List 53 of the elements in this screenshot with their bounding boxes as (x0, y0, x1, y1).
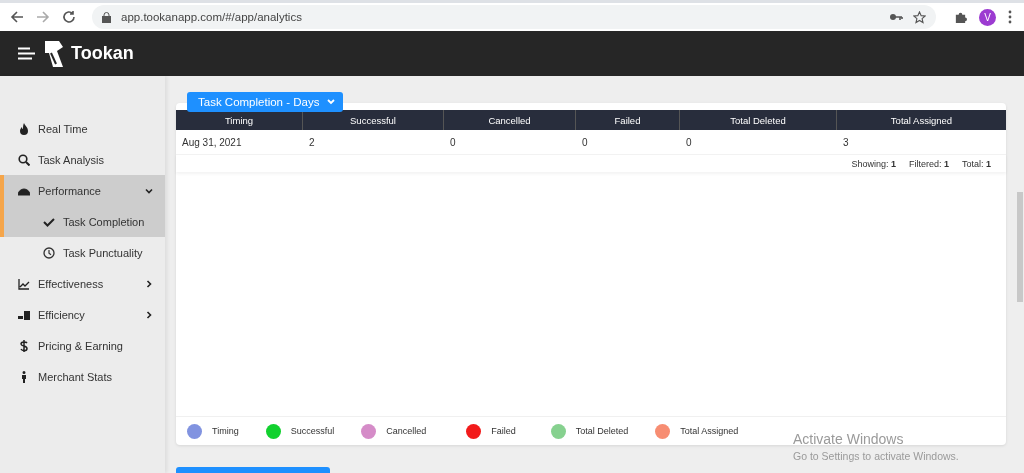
legend-label[interactable]: Cancelled (386, 426, 427, 436)
sidebar-subitem[interactable]: Task Punctuality (0, 237, 165, 268)
sidebar-item[interactable]: Merchant Stats (0, 361, 165, 392)
legend-label[interactable]: Timing (212, 426, 239, 436)
count-text: Filtered: 1 (908, 159, 949, 171)
column-header[interactable]: Failed (576, 110, 680, 130)
sidebar-item[interactable]: Task Analysis (0, 144, 165, 175)
table-cell-text: 2 (308, 135, 316, 150)
table-cell-text: 0 (685, 135, 693, 150)
star-icon[interactable] (913, 10, 926, 24)
brand-name: Tookan (71, 43, 134, 64)
flame-icon (18, 122, 30, 135)
count-text: Showing: 1 (851, 159, 896, 171)
caret-icon (327, 99, 336, 105)
column-header[interactable]: Successful (303, 110, 444, 130)
activation-title: Activate Windows (793, 431, 905, 447)
url-text: app.tookanapp.com/#/app/analytics (121, 11, 302, 23)
scrollbar-thumb[interactable] (1017, 192, 1023, 302)
sidebar-item[interactable]: Effectiveness (0, 268, 165, 299)
more-icon[interactable] (1008, 10, 1012, 24)
reload-icon[interactable] (62, 10, 76, 24)
puzzle-icon[interactable] (954, 10, 967, 24)
column-header[interactable]: Total Assigned (837, 110, 1006, 130)
menu-icon[interactable] (18, 47, 35, 60)
check-icon (43, 215, 55, 228)
column-header[interactable]: Cancelled (444, 110, 576, 130)
sidebar-item[interactable]: Real Time (0, 113, 165, 144)
sidebar-item[interactable]: Efficiency (0, 299, 165, 330)
dollar-icon (18, 339, 30, 352)
table-cell-text: Aug 31, 2021 (181, 135, 243, 150)
legend-label[interactable]: Total Deleted (575, 426, 629, 436)
table-cell-text: 0 (449, 135, 457, 150)
sidebar-subitem[interactable]: Task Completion (0, 206, 165, 237)
column-header[interactable]: Timing (176, 110, 303, 130)
sidebar-item[interactable]: Pricing & Earning (0, 330, 165, 361)
count-text: Total: 1 (961, 159, 991, 171)
address-bar[interactable]: app.tookanapp.com/#/app/analytics (92, 5, 936, 29)
back-icon[interactable] (10, 10, 24, 24)
legend-label[interactable]: Successful (290, 426, 335, 436)
lock-icon (102, 11, 111, 23)
key-icon[interactable] (889, 12, 903, 22)
legend-label[interactable]: Failed (491, 426, 516, 436)
legend-label[interactable]: Total Assigned (680, 426, 739, 436)
clock-icon (43, 246, 55, 259)
table-cell-text: 0 (581, 135, 589, 150)
table-cell-text: 3 (842, 135, 850, 150)
activation-message: Go to Settings to activate Windows. (793, 450, 959, 462)
column-header[interactable]: Total Deleted (680, 110, 837, 130)
search-chart-icon (18, 153, 30, 166)
line-chart-icon (18, 277, 30, 290)
sidebar-item[interactable]: Performance (0, 175, 165, 206)
profile-avatar[interactable]: V (979, 8, 996, 26)
logo-icon (43, 38, 65, 69)
